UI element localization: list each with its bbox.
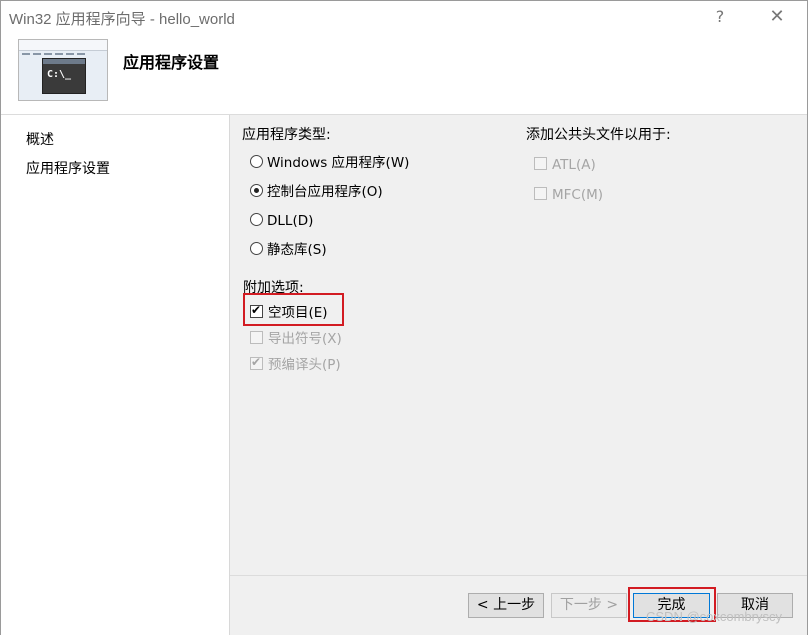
window-title: Win32 应用程序向导 - hello_world (9, 11, 235, 28)
radio-indicator-selected[interactable] (250, 184, 263, 197)
watermark-text: CSDN @coxcombryscy (646, 609, 782, 624)
radio-indicator[interactable] (250, 242, 263, 255)
checkbox-indicator[interactable] (250, 331, 263, 344)
close-button[interactable]: ✕ (762, 5, 792, 29)
highlight-frame-empty-project (243, 293, 344, 326)
checkbox-indicator[interactable] (534, 157, 547, 170)
radio-console-app[interactable]: 控制台应用程序(O) (250, 182, 383, 202)
radio-dll[interactable]: DLL(D) (250, 211, 313, 231)
title-bar[interactable]: Win32 应用程序向导 - hello_world ? ✕ (1, 1, 807, 33)
radio-static-lib[interactable]: 静态库(S) (250, 240, 327, 260)
wizard-footer: < 上一步 下一步 > 完成 取消 (230, 575, 807, 635)
app-type-label: 应用程序类型: (242, 127, 331, 143)
next-button[interactable]: 下一步 > (551, 593, 627, 618)
checkbox-atl[interactable]: ATL(A) (534, 155, 596, 175)
checkbox-precompiled-header[interactable]: ✔ 预编译头(P) (250, 355, 341, 375)
sidebar-item-overview[interactable]: 概述 (26, 129, 54, 149)
checkbox-export-symbols[interactable]: 导出符号(X) (250, 329, 342, 349)
radio-indicator[interactable] (250, 155, 263, 168)
checkbox-indicator-checked[interactable]: ✔ (250, 355, 263, 370)
radio-windows-app[interactable]: Windows 应用程序(W) (250, 153, 409, 173)
console-app-icon: C:\_ (18, 39, 108, 101)
wizard-sidebar: 概述 应用程序设置 (1, 115, 230, 635)
wizard-header: C:\_ 应用程序设置 (1, 33, 807, 115)
page-title: 应用程序设置 (123, 53, 220, 72)
checkbox-mfc[interactable]: MFC(M) (534, 185, 603, 205)
prev-button[interactable]: < 上一步 (468, 593, 544, 618)
settings-panel: 应用程序类型: Windows 应用程序(W) 控制台应用程序(O) DLL(D… (230, 115, 807, 575)
common-headers-label: 添加公共头文件以用于: (526, 127, 671, 143)
console-prompt-text: C:\_ (47, 69, 72, 80)
help-button[interactable]: ? (705, 5, 735, 29)
sidebar-item-app-settings[interactable]: 应用程序设置 (26, 158, 110, 178)
checkbox-indicator[interactable] (534, 187, 547, 200)
checkmark-icon: ✔ (251, 355, 262, 369)
wizard-window: Win32 应用程序向导 - hello_world ? ✕ C:\_ 应用程序… (0, 0, 808, 635)
radio-indicator[interactable] (250, 213, 263, 226)
